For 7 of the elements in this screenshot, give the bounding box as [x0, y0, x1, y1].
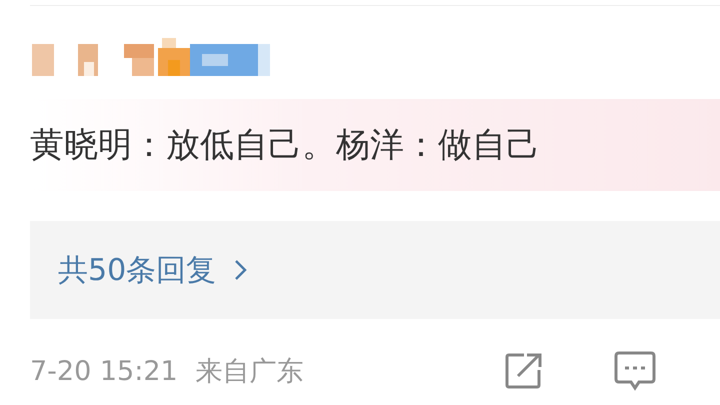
location-text: 来自广东 — [196, 355, 304, 389]
share-icon[interactable] — [504, 352, 544, 390]
comment-text: 黄晓明：放低自己。杨洋：做自己 — [30, 124, 540, 167]
chevron-icon — [234, 258, 248, 282]
timestamp: 7-20 15:21 — [30, 356, 178, 386]
replies-link[interactable]: 共50条回复 — [58, 250, 248, 290]
comment-icon[interactable] — [614, 351, 656, 391]
